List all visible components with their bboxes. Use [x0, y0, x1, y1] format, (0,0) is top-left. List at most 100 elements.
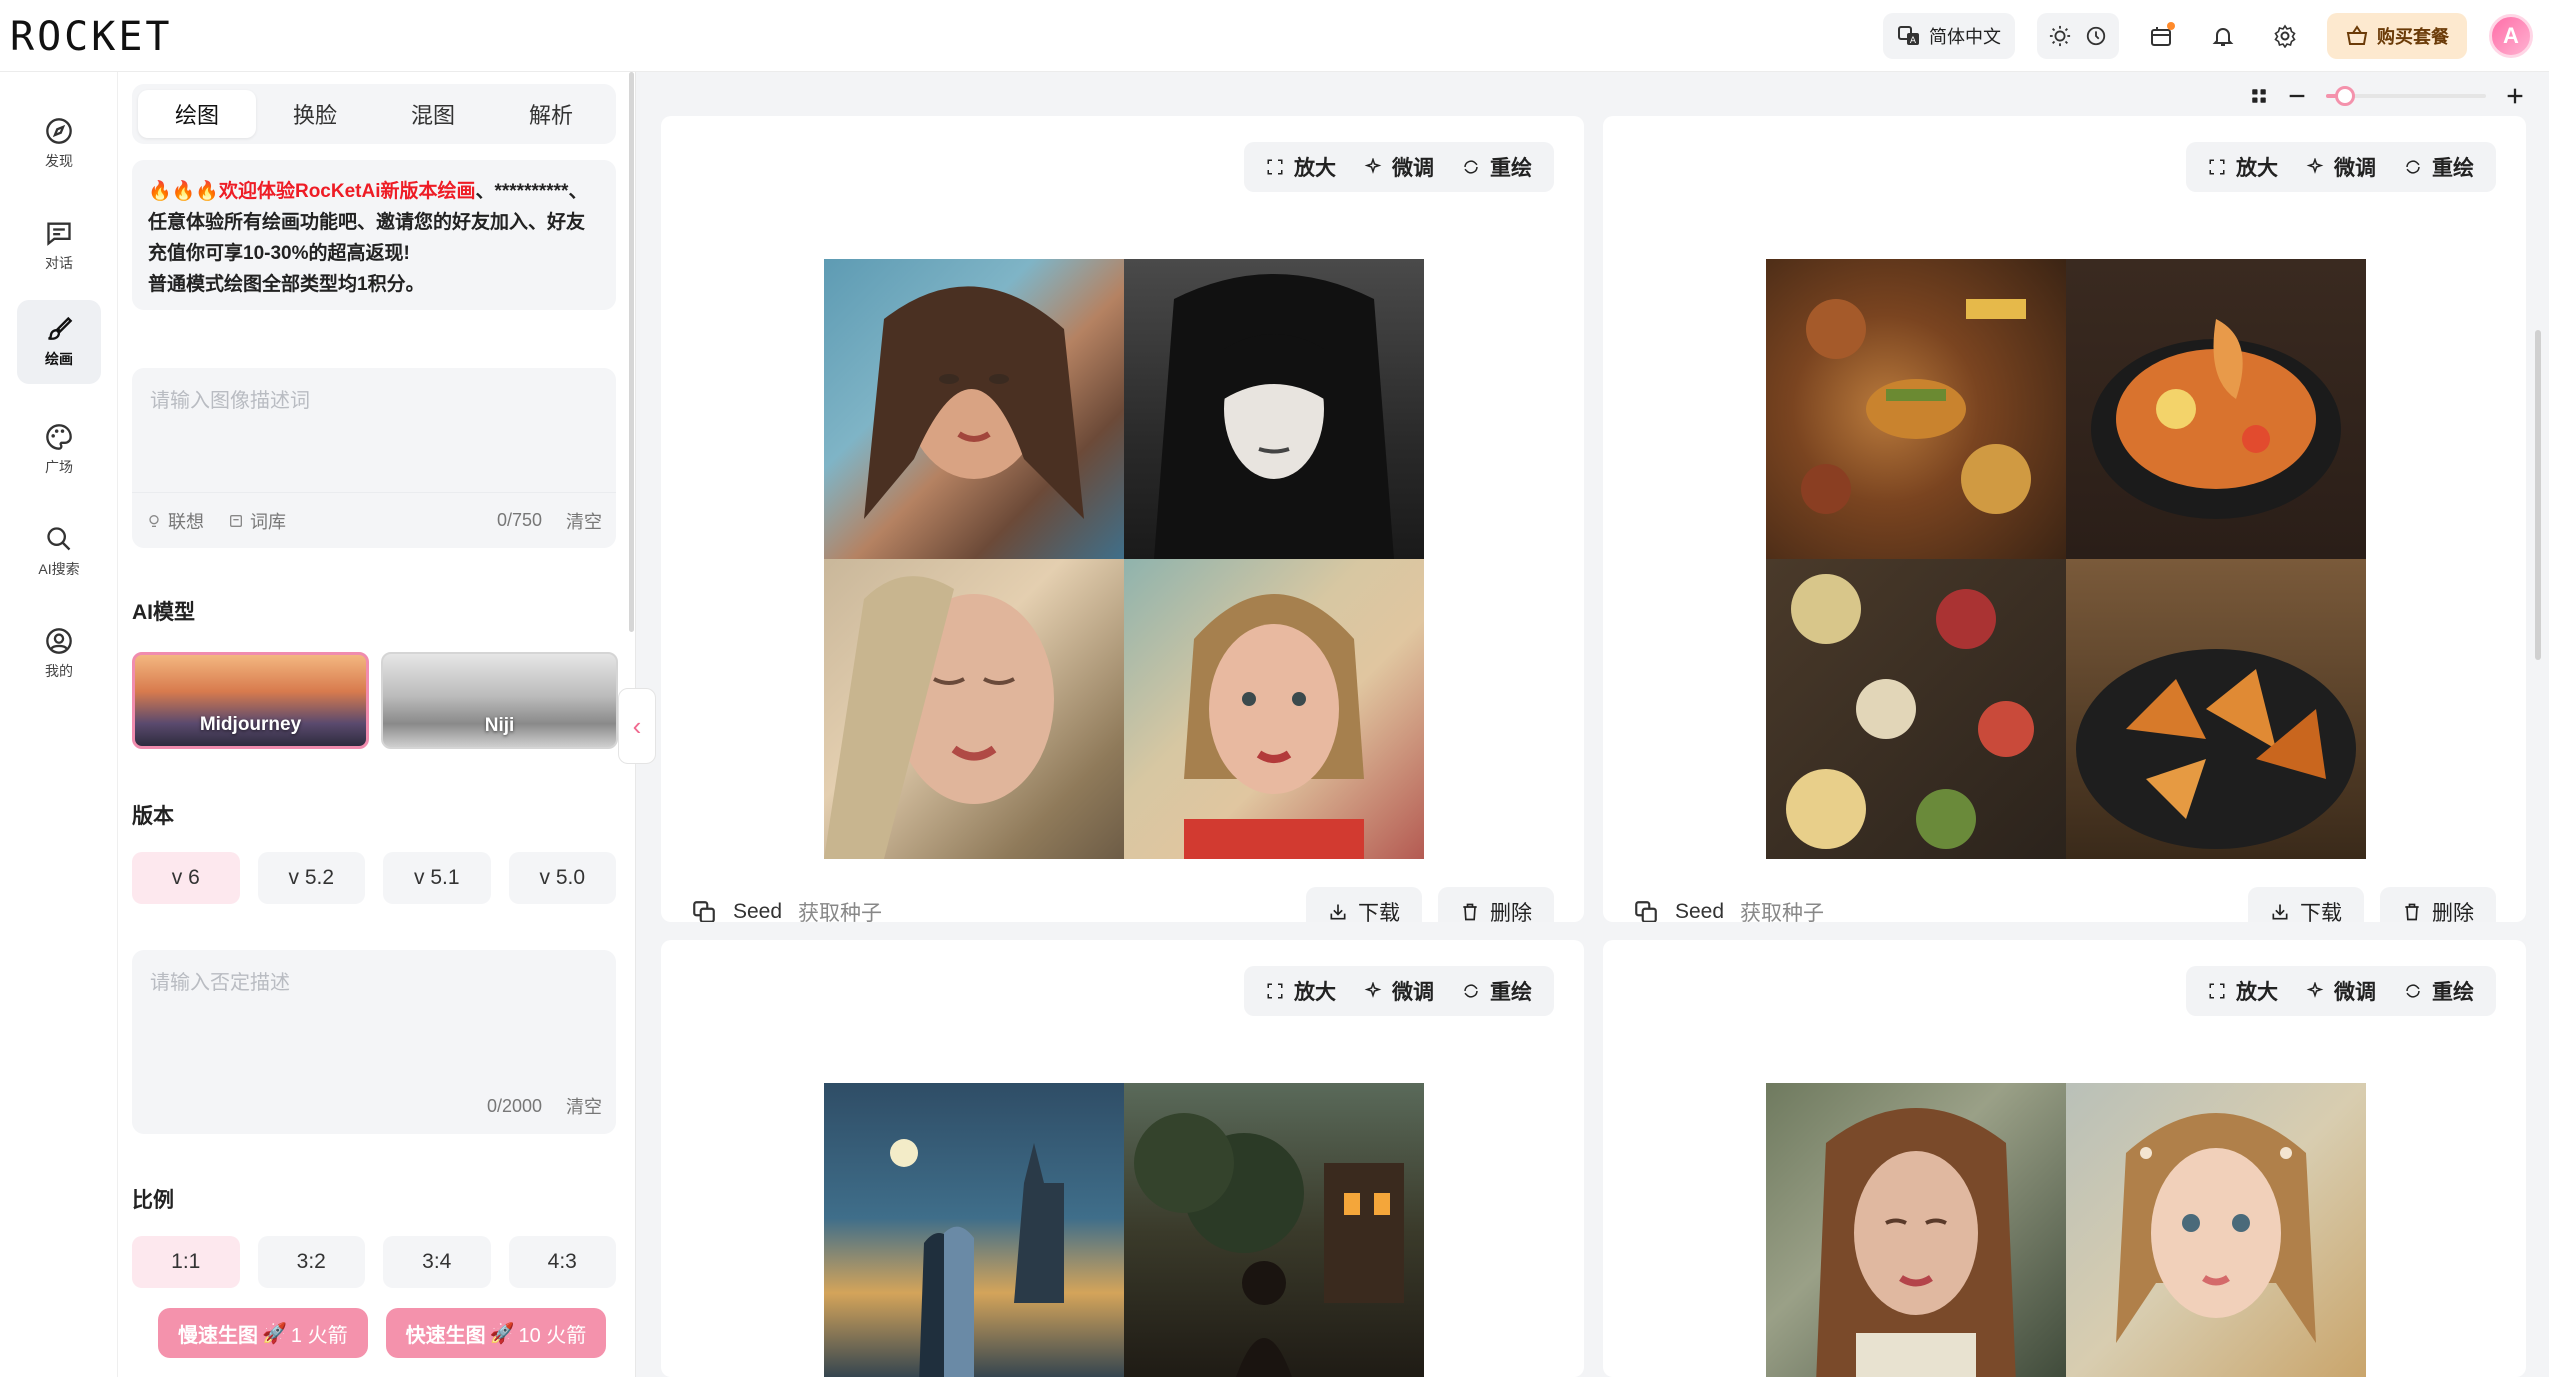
version-chip[interactable]: v 6 — [132, 852, 240, 904]
tune-button[interactable]: 微调 — [1364, 976, 1434, 1006]
redraw-button[interactable]: 重绘 — [2404, 152, 2474, 182]
tab-describe[interactable]: 解析 — [492, 90, 610, 138]
gear-icon[interactable] — [2265, 16, 2305, 56]
tune-button[interactable]: 微调 — [2306, 152, 2376, 182]
model-niji[interactable]: Niji — [381, 652, 618, 749]
negative-clear-button[interactable]: 清空 — [566, 1093, 602, 1119]
nav-item-square[interactable]: 广场 — [17, 408, 101, 492]
version-chip[interactable]: v 5.0 — [508, 852, 616, 904]
associate-label: 联想 — [168, 511, 204, 532]
app-logo[interactable]: ROCKET — [10, 14, 173, 60]
nav-label: 广场 — [45, 459, 73, 475]
prompt-input[interactable]: 请输入图像描述词 联想 词库 0/750 清空 — [132, 368, 616, 548]
get-seed-link[interactable]: 获取种子 — [798, 897, 882, 922]
image-tile[interactable] — [1124, 559, 1424, 859]
version-chip[interactable]: v 5.2 — [257, 852, 365, 904]
redraw-button[interactable]: 重绘 — [2404, 976, 2474, 1006]
nav-label: 对话 — [45, 255, 73, 271]
ratio-chip[interactable]: 4:3 — [508, 1236, 616, 1288]
redraw-button[interactable]: 重绘 — [1462, 976, 1532, 1006]
redraw-label: 重绘 — [2432, 157, 2474, 180]
ratio-chip[interactable]: 3:4 — [383, 1236, 491, 1288]
upscale-button[interactable]: 放大 — [1266, 152, 1336, 182]
copy-icon[interactable] — [1633, 899, 1659, 922]
download-icon — [2270, 902, 2290, 922]
upscale-button[interactable]: 放大 — [2208, 976, 2278, 1006]
image-grid[interactable] — [824, 1083, 1424, 1377]
nav-item-draw[interactable]: 绘画 — [17, 300, 101, 384]
generate-buttons: 慢速生图 🚀 1 火箭 快速生图 🚀 10 火箭 — [158, 1308, 607, 1358]
download-button[interactable]: 下载 — [2248, 887, 2364, 922]
prompt-clear-button[interactable]: 清空 — [566, 508, 602, 534]
sun-icon[interactable] — [2049, 25, 2071, 47]
ratio-chip[interactable]: 3:2 — [257, 1236, 365, 1288]
grid-view-icon[interactable] — [2250, 87, 2268, 105]
lexicon-button[interactable]: 词库 — [228, 508, 286, 534]
nav-label: 发现 — [45, 153, 73, 169]
model-midjourney[interactable]: Midjourney — [132, 652, 369, 749]
ratio-chip[interactable]: 1:1 — [132, 1236, 240, 1288]
mode-tabs: 绘图 换脸 混图 解析 — [132, 84, 616, 144]
image-tile[interactable] — [1124, 259, 1424, 559]
copy-icon[interactable] — [691, 899, 717, 922]
tab-faceswap[interactable]: 换脸 — [256, 90, 374, 138]
fast-generate-button[interactable]: 快速生图 🚀 10 火箭 — [385, 1308, 607, 1358]
language-switch-button[interactable]: A 简体中文 — [1883, 13, 2015, 59]
image-tile[interactable] — [824, 259, 1124, 559]
chevron-left-icon: ‹ — [632, 710, 642, 741]
delete-button[interactable]: 删除 — [1438, 887, 1554, 922]
image-grid[interactable] — [1766, 1083, 2366, 1377]
nav-item-discover[interactable]: 发现 — [17, 102, 101, 186]
tab-blend[interactable]: 混图 — [374, 90, 492, 138]
nav-item-mine[interactable]: 我的 — [17, 612, 101, 696]
panel-scrollbar[interactable] — [629, 72, 634, 632]
nav-item-ai-search[interactable]: AI搜索 — [17, 510, 101, 594]
auto-theme-icon[interactable] — [2085, 25, 2107, 47]
tune-button[interactable]: 微调 — [1364, 152, 1434, 182]
tune-button[interactable]: 微调 — [2306, 976, 2376, 1006]
left-nav: 发现 对话 绘画 广场 AI搜索 我的 — [0, 72, 118, 1377]
redraw-button[interactable]: 重绘 — [1462, 152, 1532, 182]
image-tile[interactable] — [824, 559, 1124, 859]
zoom-slider[interactable] — [2326, 86, 2486, 106]
collapse-panel-button[interactable]: ‹ — [618, 688, 656, 764]
theme-toggle[interactable] — [2037, 13, 2119, 59]
upscale-label: 放大 — [2236, 157, 2278, 180]
user-avatar[interactable]: A — [2489, 14, 2533, 58]
image-tile[interactable] — [2066, 559, 2366, 859]
negative-prompt-input[interactable]: 请输入否定描述 0/2000 清空 — [132, 950, 616, 1134]
main-scrollbar[interactable] — [2535, 330, 2541, 660]
image-tile[interactable] — [1766, 259, 2066, 559]
tab-draw[interactable]: 绘图 — [138, 90, 256, 138]
bell-icon[interactable] — [2203, 16, 2243, 56]
nav-label: 绘画 — [45, 351, 73, 367]
zoom-in-icon[interactable] — [2504, 85, 2526, 107]
download-button[interactable]: 下载 — [1306, 887, 1422, 922]
upscale-button[interactable]: 放大 — [2208, 152, 2278, 182]
image-tile[interactable] — [1766, 559, 2066, 859]
get-seed-link[interactable]: 获取种子 — [1740, 897, 1824, 922]
image-tile[interactable] — [2066, 259, 2366, 559]
zoom-slider-handle[interactable] — [2335, 86, 2356, 106]
calendar-gift-icon[interactable] — [2141, 16, 2181, 56]
image-grid[interactable] — [824, 259, 1424, 859]
delete-label: 删除 — [1490, 902, 1532, 922]
nav-item-chat[interactable]: 对话 — [17, 204, 101, 288]
buy-plan-button[interactable]: 购买套餐 — [2327, 13, 2467, 59]
card-footer: Seed 获取种子 下载 删除 — [1633, 886, 2496, 922]
user-icon — [45, 627, 73, 655]
zoom-out-icon[interactable] — [2286, 85, 2308, 107]
top-right-toolbar: A 简体中文 购买套餐 A — [1883, 12, 2533, 60]
delete-button[interactable]: 删除 — [2380, 887, 2496, 922]
image-tile[interactable] — [824, 1083, 1124, 1377]
version-chip[interactable]: v 5.1 — [383, 852, 491, 904]
tune-label: 微调 — [1392, 981, 1434, 1004]
slow-generate-button[interactable]: 慢速生图 🚀 1 火箭 — [158, 1308, 368, 1358]
card-actions: 放大 微调 重绘 — [1244, 966, 1554, 1016]
associate-button[interactable]: 联想 — [146, 508, 204, 534]
image-tile[interactable] — [2066, 1083, 2366, 1377]
upscale-button[interactable]: 放大 — [1266, 976, 1336, 1006]
image-tile[interactable] — [1766, 1083, 2066, 1377]
image-tile[interactable] — [1124, 1083, 1424, 1377]
image-grid[interactable] — [1766, 259, 2366, 859]
